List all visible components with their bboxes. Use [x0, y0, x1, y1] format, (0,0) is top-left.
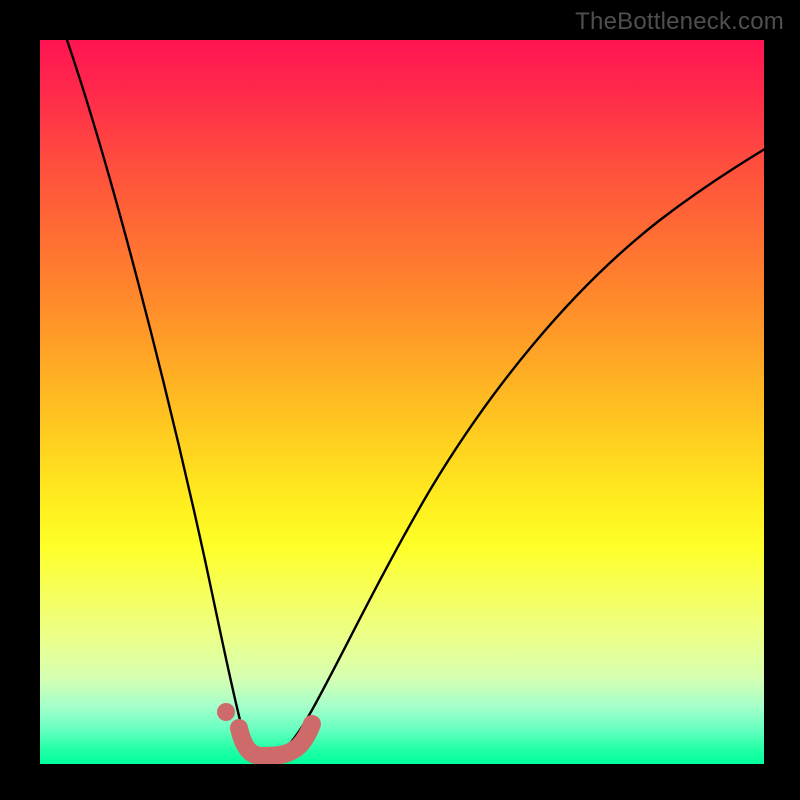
- bottleneck-curve: [60, 40, 764, 758]
- chart-frame: TheBottleneck.com: [0, 0, 800, 800]
- plot-area: [40, 40, 764, 764]
- flat-region-marker: [239, 724, 312, 756]
- watermark-text: TheBottleneck.com: [575, 8, 784, 36]
- marker-dot: [217, 703, 235, 721]
- curve-layer: [40, 40, 764, 764]
